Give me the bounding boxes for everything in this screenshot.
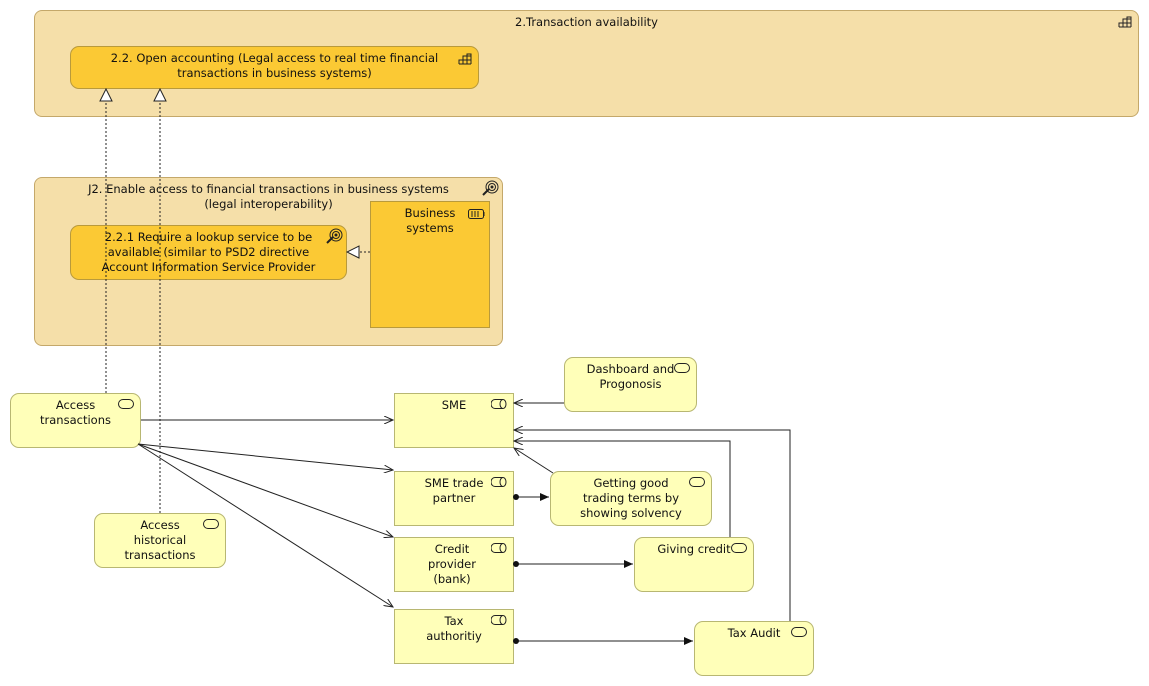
serving-connector (514, 430, 791, 621)
serving-connector (514, 441, 731, 537)
serving-connector (137, 443, 393, 537)
connections-layer (0, 0, 791, 645)
diagram-canvas: 2.Transaction availability 2.2. Open acc… (0, 0, 1149, 686)
serving-connector (514, 448, 554, 474)
serving-connector (137, 443, 393, 470)
serving-connector (137, 443, 393, 607)
